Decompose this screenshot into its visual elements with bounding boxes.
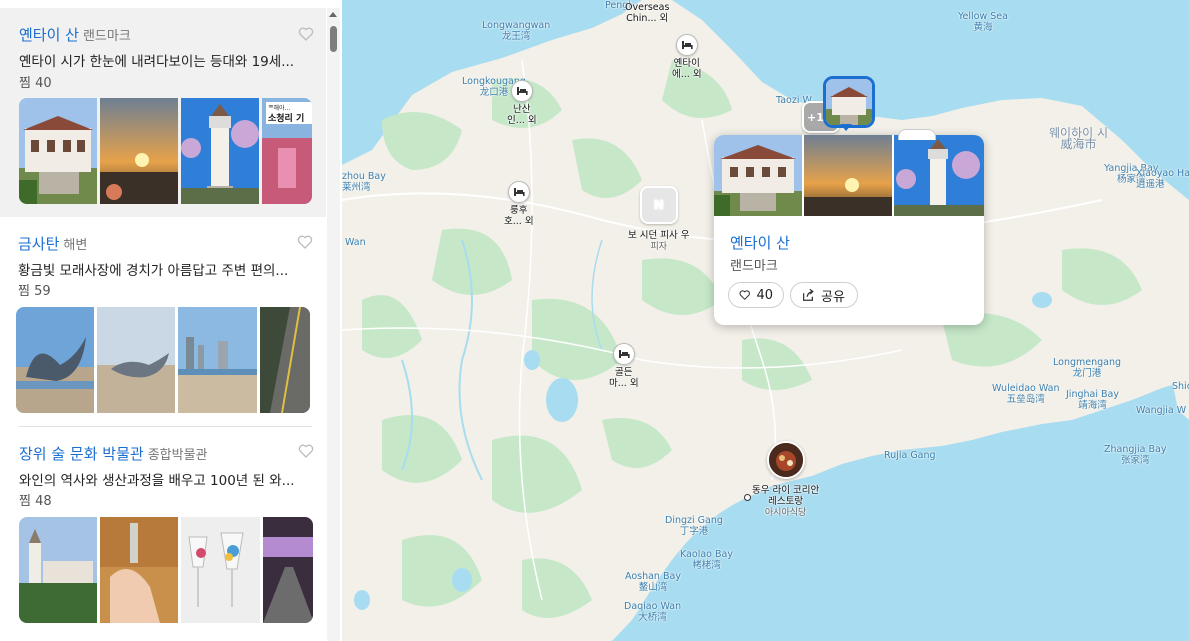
like-count: 40 bbox=[756, 287, 773, 303]
selected-place-marker[interactable] bbox=[823, 76, 875, 128]
water-label: Jinghai Bay 靖海湾 bbox=[1066, 389, 1119, 411]
card-photo-sunset[interactable] bbox=[804, 135, 892, 216]
city-label: 웨이하이 시 威海市 bbox=[1049, 126, 1109, 151]
photo-sign[interactable]: ᄈ해아... 소청리 기 bbox=[262, 98, 312, 204]
place-description: 옌타이 시가 한눈에 내려다보이는 등대와 19세... bbox=[19, 54, 295, 70]
like-count: 찜 59 bbox=[18, 284, 51, 299]
like-button[interactable]: 40 bbox=[728, 282, 784, 308]
photo-strip[interactable]: ᄈ해아... 소청리 기 bbox=[19, 98, 312, 204]
photo-wine-pouring[interactable] bbox=[100, 517, 179, 623]
photo-beach-buildings[interactable] bbox=[178, 307, 257, 413]
poi-korean-restaurant[interactable]: 동우 라이 코리안 레스토랑 아시아식당 bbox=[752, 441, 819, 519]
poi-hotel-longhu[interactable]: 룽후 호... 외 bbox=[504, 181, 534, 227]
svg-text:소청리 기: 소청리 기 bbox=[268, 112, 304, 124]
card-photo-strip[interactable] bbox=[714, 135, 984, 216]
place-name[interactable]: 금사탄 bbox=[18, 235, 59, 253]
photo-boardwalk[interactable] bbox=[259, 307, 310, 413]
poi-hotel-nanshan[interactable]: 난산 인... 외 bbox=[507, 80, 537, 126]
poi-pizza[interactable]: N 보 시던 피사 우 피자 bbox=[628, 186, 690, 253]
list-item[interactable]: 금사탄 해변 황금빛 모래사장에 경치가 아름답고 주변 편의... 찜 59 bbox=[0, 217, 326, 427]
svg-text:ᄈ해아...: ᄈ해아... bbox=[268, 104, 290, 112]
water-label: Xiaoyao Harbor逍遥港 bbox=[1136, 168, 1189, 190]
water-label: Shic bbox=[1172, 381, 1189, 392]
card-category: 랜드마크 bbox=[730, 259, 778, 274]
water-label: Wuleidao Wan 五垒岛湾 bbox=[992, 383, 1060, 405]
poi-overseas-chinese[interactable]: Overseas Chin... 외 bbox=[625, 2, 669, 24]
poi-hotel-golden[interactable]: 골든 마... 외 bbox=[609, 343, 639, 389]
photo-wine-castle[interactable] bbox=[19, 517, 98, 623]
like-count: 찜 48 bbox=[19, 494, 52, 509]
photo-mansion[interactable] bbox=[19, 98, 97, 204]
photo-lighthouse[interactable] bbox=[181, 98, 259, 204]
photo-strip[interactable] bbox=[19, 517, 313, 623]
marker-pointer bbox=[840, 124, 852, 131]
water-label: Kaolao Bay 栲栳湾 bbox=[680, 549, 733, 571]
share-button[interactable]: 공유 bbox=[790, 282, 858, 308]
list-item[interactable]: 장위 술 문화 박물관 종합박물관 와인의 역사와 생산과정을 배우고 100년 … bbox=[0, 427, 326, 641]
scrollbar-thumb[interactable] bbox=[330, 26, 337, 52]
place-name[interactable]: 장위 술 문화 박물관 bbox=[19, 445, 144, 463]
place-info-card[interactable]: 옌타이 산 랜드마크 40 공유 bbox=[714, 135, 984, 325]
photo-strip[interactable] bbox=[16, 307, 310, 413]
restaurant-photo-marker bbox=[766, 441, 805, 479]
water-label: Rujia Gang bbox=[884, 450, 936, 461]
list-item[interactable]: 옌타이 산 랜드마크 옌타이 시가 한눈에 내려다보이는 등대와 19세... 찜… bbox=[0, 8, 326, 217]
place-name[interactable]: 옌타이 산 bbox=[19, 26, 79, 44]
water-label: Yellow Sea 黄海 bbox=[958, 11, 1008, 33]
card-photo-mansion[interactable] bbox=[714, 135, 802, 216]
water-label: Longwangwan 龙王湾 bbox=[482, 20, 551, 42]
sidebar-scrollbar[interactable] bbox=[327, 8, 340, 641]
water-label: Wangjia W bbox=[1136, 405, 1187, 416]
water-label: Dingzi Gang 丁字港 bbox=[665, 515, 723, 537]
hidden-place-marker[interactable] bbox=[898, 129, 936, 140]
share-icon bbox=[803, 288, 814, 301]
place-description: 황금빛 모래사장에 경치가 아름답고 주변 편의... bbox=[18, 263, 289, 279]
place-description: 와인의 역사와 생산과정을 배우고 100년 된 와... bbox=[19, 473, 295, 489]
bed-icon bbox=[507, 181, 530, 203]
water-label: Zhangjia Bay 张家湾 bbox=[1104, 444, 1167, 466]
bed-icon bbox=[675, 34, 698, 56]
photo-wine-glasses[interactable] bbox=[181, 517, 260, 623]
photo-sunset[interactable] bbox=[100, 98, 178, 204]
water-label: Aoshan Bay 鳌山湾 bbox=[625, 571, 681, 593]
photo-wine-tunnel[interactable] bbox=[262, 517, 313, 623]
heart-icon[interactable] bbox=[298, 26, 314, 42]
water-label: Wan bbox=[345, 237, 366, 248]
pizza-icon: N bbox=[639, 186, 678, 224]
water-label: Longmengang 龙门港 bbox=[1053, 357, 1122, 379]
water-label: zhou Bay 莱州湾 bbox=[342, 171, 386, 193]
card-photo-lighthouse[interactable] bbox=[894, 135, 984, 216]
heart-icon bbox=[739, 290, 750, 301]
place-category: 랜드마크 bbox=[82, 29, 131, 44]
bed-icon bbox=[510, 80, 533, 102]
results-sidebar: 옌타이 산 랜드마크 옌타이 시가 한눈에 내려다보이는 등대와 19세... 찜… bbox=[0, 0, 343, 641]
heart-icon[interactable] bbox=[298, 443, 314, 459]
heart-icon[interactable] bbox=[297, 234, 313, 250]
photo-whale-beach[interactable] bbox=[97, 307, 176, 413]
poi-hotel-yantai[interactable]: 옌타이 에... 외 bbox=[672, 34, 702, 80]
card-title[interactable]: 옌타이 산 bbox=[730, 232, 790, 253]
bed-icon bbox=[612, 343, 635, 365]
scroll-up-arrow-icon[interactable] bbox=[329, 12, 337, 17]
water-label: Daqiao Wan 大桥湾 bbox=[624, 601, 682, 623]
photo-whale-sculpture[interactable] bbox=[16, 307, 95, 413]
like-count: 찜 40 bbox=[19, 76, 52, 91]
location-dot bbox=[744, 494, 751, 501]
place-category: 해변 bbox=[63, 238, 88, 253]
place-category: 종합박물관 bbox=[147, 448, 208, 463]
